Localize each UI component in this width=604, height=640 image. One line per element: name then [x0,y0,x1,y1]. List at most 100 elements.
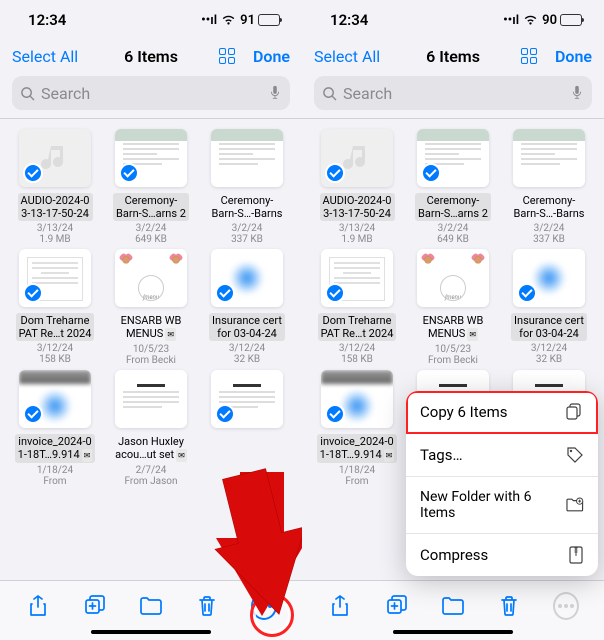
file-item[interactable]: Jason Huxleyacou…ut set✉2/7/24From Jason [104,370,198,487]
file-meta: 32 KB [234,354,260,365]
file-thumb [321,370,393,428]
check-icon [325,283,345,303]
folder-button[interactable] [138,593,164,619]
status-bar: 12:34 ••ıl 91 [0,0,302,40]
share-button[interactable] [327,593,353,619]
file-name: Insurance certfor 03-04-24 [209,313,285,341]
file-meta: 649 KB [437,234,469,245]
select-all-button[interactable]: Select All [314,47,407,66]
menu-new-folder[interactable]: New Folder with 6 Items [406,477,598,534]
share-button[interactable] [25,593,51,619]
tag-icon [566,446,584,464]
file-meta: 32 KB [536,354,562,365]
file-name: invoice_2024-01-18T…9.914✉ [15,434,96,463]
file-item[interactable] [200,370,294,487]
file-thumb: ∫menu [115,249,187,307]
check-icon [119,163,139,183]
file-date: 3/2/24 [232,223,263,234]
file-item[interactable]: AUDIO-2024-03-13-17-50-243/13/241.9 MB [8,129,102,245]
select-all-button[interactable]: Select All [12,47,105,66]
file-item[interactable]: Ceremony-Barn-S…arns 2 3/2/24649 KB [406,129,500,245]
signal-icon: ••ıl [201,13,217,28]
file-item[interactable]: Ceremony-Barn-S…-Barns3/2/24337 KB [502,129,596,245]
file-name: Dom TreharnePAT Re…t 2024 [318,313,397,341]
menu-compress[interactable]: Compress [406,534,598,576]
file-date: 10/5/23 [133,344,169,355]
mic-icon[interactable] [570,85,584,101]
file-item[interactable]: Dom TreharnePAT Re…t 20243/12/24158 KB [310,249,404,366]
home-indicator [91,630,211,634]
check-icon [23,163,43,183]
status-icons: ••ıl 90 [503,13,582,28]
file-meta: From Becki [428,355,478,366]
file-date: 2/7/24 [136,465,167,476]
file-name: Ceremony-Barn-S…-Barns [209,193,286,221]
search-field[interactable]: Search [12,76,290,110]
file-thumb [19,370,91,428]
file-thumb [513,129,585,187]
folder-button[interactable] [440,593,466,619]
check-icon [23,283,43,303]
nav-bar: Select All 6 Items Done [302,40,604,72]
file-date: 3/12/24 [37,343,73,354]
file-item[interactable]: ∫menuENSARB WBMENUS✉10/5/23From Becki [406,249,500,366]
file-name: invoice_2024-01-18T…9.914✉ [317,434,398,463]
file-date: 3/12/24 [229,343,265,354]
battery-icon: 90 [542,13,582,28]
more-button[interactable] [251,593,277,619]
trash-button[interactable] [496,593,522,619]
file-item[interactable]: Insurance certfor 03-04-24 3/12/2432 KB [200,249,294,366]
check-icon [421,163,441,183]
view-toggle-icon[interactable] [521,48,537,64]
search-field[interactable]: Search [314,76,592,110]
file-item[interactable]: invoice_2024-01-18T…9.914✉ 1/18/24From [8,370,102,487]
menu-copy[interactable]: Copy 6 Items [406,391,598,434]
check-icon [215,404,235,424]
file-date: 10/5/23 [435,344,471,355]
file-name: Jason Huxleyacou…ut set✉ [112,434,190,463]
status-bar: 12:34 ••ıl 90 [302,0,604,40]
file-date: 1/18/24 [339,465,375,476]
file-date: 3/2/24 [438,223,469,234]
file-name: AUDIO-2024-03-13-17-50-24 [18,193,93,221]
menu-tags[interactable]: Tags… [406,434,598,477]
mic-icon[interactable] [268,85,282,101]
search-placeholder: Search [41,84,268,103]
file-item[interactable]: ∫menuENSARB WBMENUS✉10/5/23From Becki [104,249,198,366]
done-button[interactable]: Done [549,47,592,66]
check-icon [325,404,345,424]
file-thumb [211,249,283,307]
nav-title: 6 Items [105,47,198,66]
file-meta: 158 KB [341,354,373,365]
duplicate-button[interactable] [82,593,108,619]
more-button[interactable] [553,593,579,619]
nav-title: 6 Items [407,47,500,66]
home-indicator [393,630,513,634]
check-icon [23,404,43,424]
search-icon [322,86,337,101]
file-meta: From [43,476,66,487]
file-item[interactable]: invoice_2024-01-18T…9.914✉ 1/18/24From [310,370,404,487]
file-item[interactable]: Insurance certfor 03-04-243/12/2432 KB [502,249,596,366]
status-time: 12:34 [28,11,66,29]
trash-button[interactable] [194,593,220,619]
duplicate-button[interactable] [384,593,410,619]
done-button[interactable]: Done [247,47,290,66]
file-item[interactable]: Dom TreharnePAT Re…t 20243/12/24158 KB [8,249,102,366]
view-toggle-icon[interactable] [219,48,235,64]
file-meta: 158 KB [39,354,71,365]
file-date: 1/18/24 [37,465,73,476]
search-icon [20,86,35,101]
screen-left: 12:34 ••ıl 91 Select All 6 Items Done Se… [0,0,302,640]
file-thumb [417,129,489,187]
file-name: Ceremony-Barn-S…arns 2 [415,193,491,221]
file-name: Insurance certfor 03-04-24 [511,313,587,341]
file-thumb [211,129,283,187]
file-item[interactable]: Ceremony-Barn-S…arns 23/2/24649 KB [104,129,198,245]
folder-plus-icon [566,497,584,513]
file-thumb [211,370,283,428]
file-meta: From [345,476,368,487]
file-name: Ceremony-Barn-S…arns 2 [113,193,189,221]
file-item[interactable]: Ceremony-Barn-S…-Barns3/2/24337 KB [200,129,294,245]
file-item[interactable]: AUDIO-2024-03-13-17-50-243/13/241.9 MB [310,129,404,245]
